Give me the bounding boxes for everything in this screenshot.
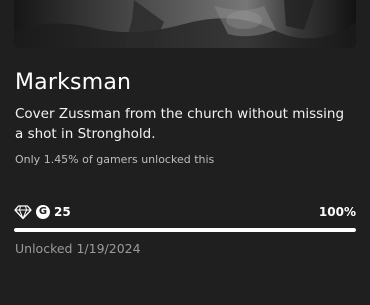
achievement-image — [14, 0, 356, 48]
achievement-title: Marksman — [15, 70, 132, 95]
progress-percent: 100% — [318, 205, 356, 219]
progress-bar-fill — [14, 228, 356, 232]
unlocked-date: Unlocked 1/19/2024 — [15, 241, 141, 256]
achievement-rarity: Only 1.45% of gamers unlocked this — [15, 153, 215, 166]
progress-bar — [14, 228, 356, 232]
gamerscore-icon: G — [36, 205, 50, 219]
diamond-icon — [14, 204, 32, 220]
gamerscore-value: 25 — [54, 205, 71, 219]
achievement-stats: G 25 100% — [14, 204, 356, 220]
achievement-description: Cover Zussman from the church without mi… — [15, 106, 345, 142]
